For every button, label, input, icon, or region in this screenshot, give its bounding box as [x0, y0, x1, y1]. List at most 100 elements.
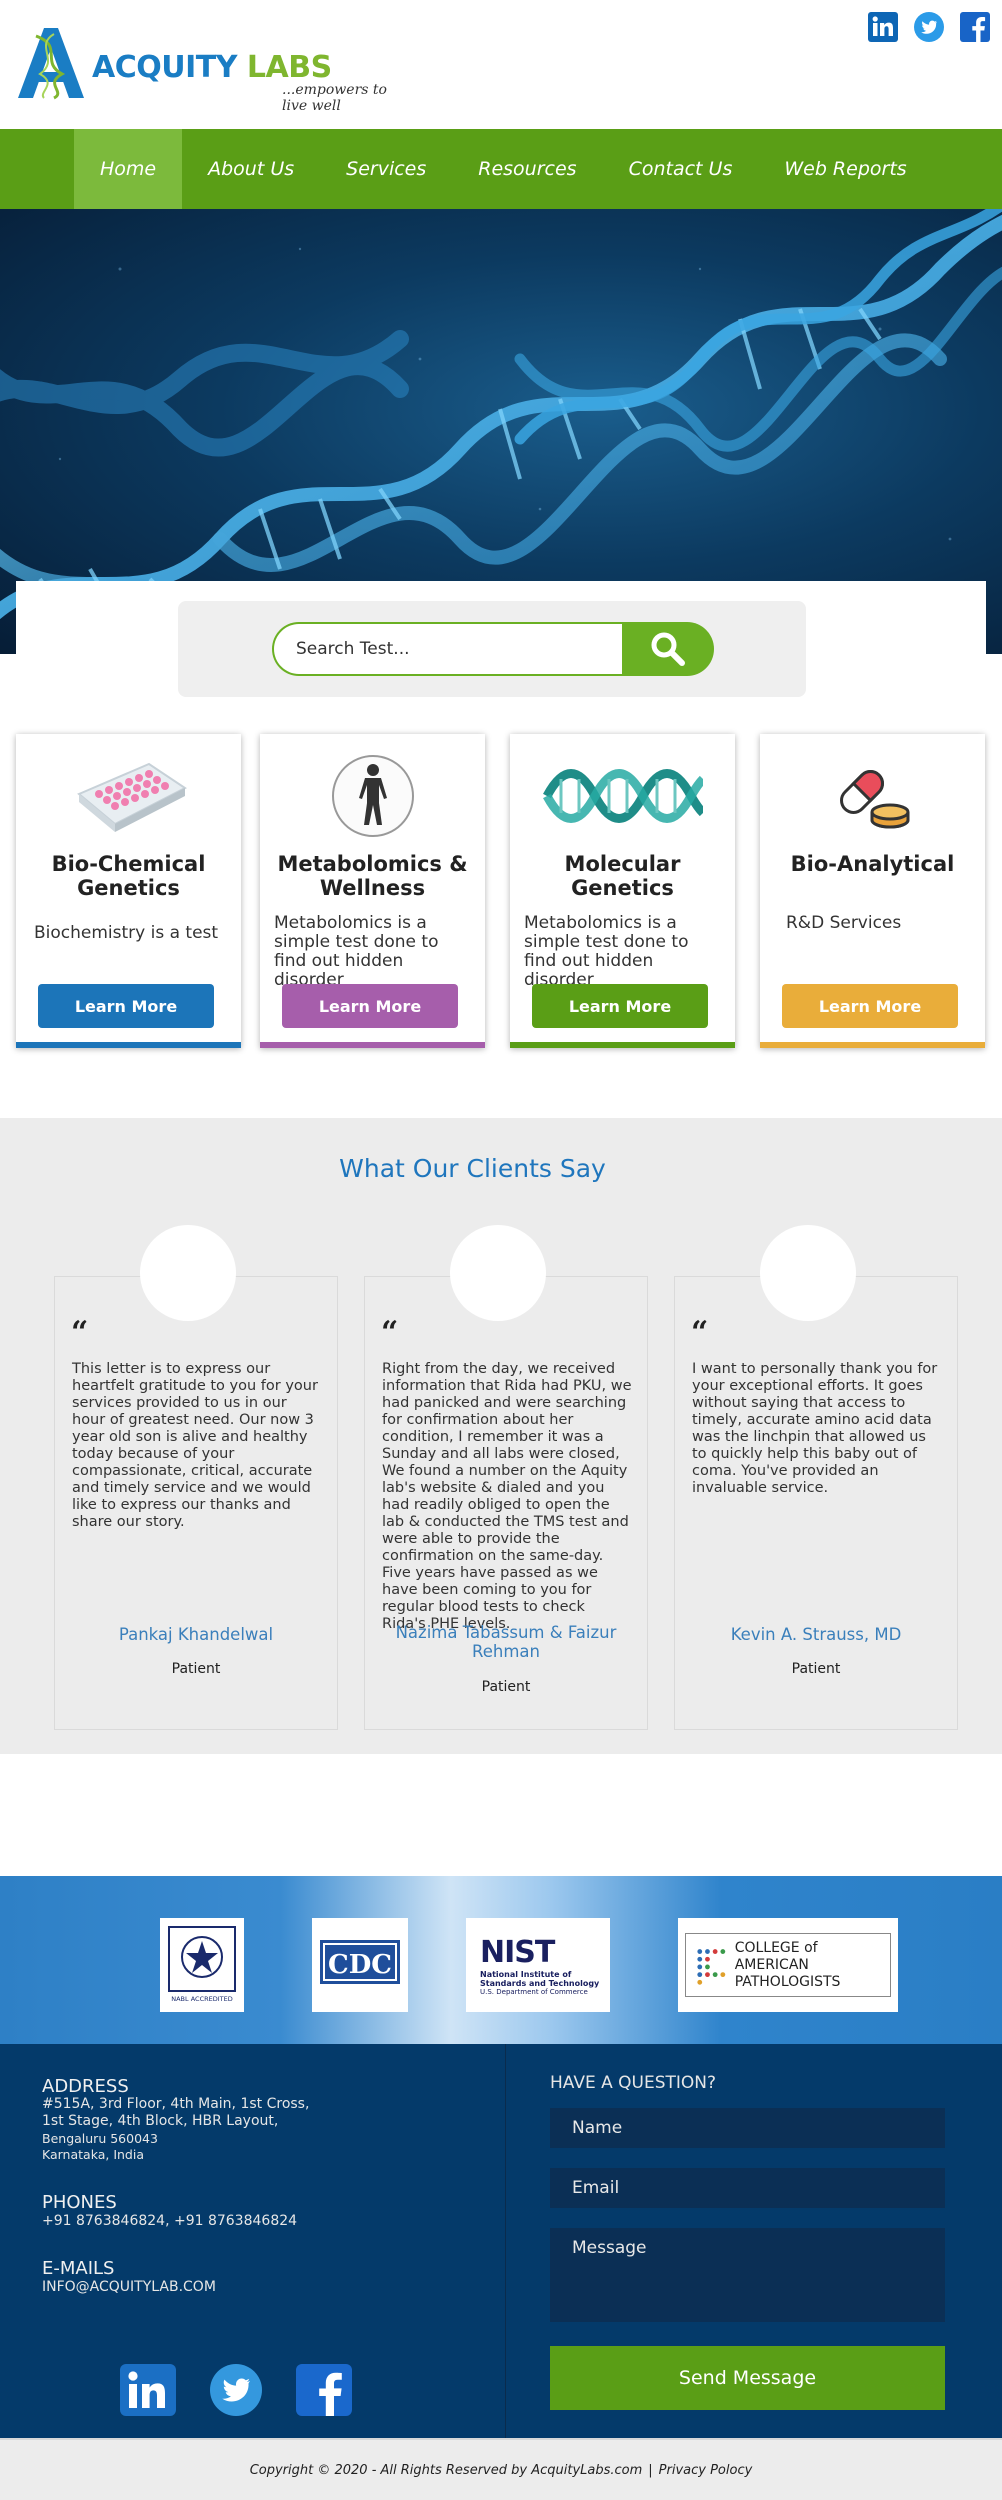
testimonial-name: Pankaj Khandelwal — [118, 1625, 274, 1644]
cdc-logo: CDC — [312, 1918, 408, 2012]
email-link[interactable]: INFO@ACQUITYLAB.COM — [42, 2279, 216, 2296]
logo-text: ACQUITY LABS — [92, 50, 332, 85]
avatar — [450, 1225, 546, 1321]
dna-icon — [510, 752, 735, 840]
phones-value: +91 8763846824, +91 8763846824 — [42, 2213, 298, 2229]
question-title: HAVE A QUESTION? — [550, 2073, 717, 2093]
testimonial-card: “ I want to personally thank you for you… — [674, 1225, 958, 1730]
nist-subtitle: Standards and Technology — [480, 1978, 600, 1988]
nav-item-services[interactable]: Services — [320, 129, 452, 209]
emails-label: E-MAILS — [42, 2258, 115, 2279]
service-desc: Metabolomics is a simple test done to fi… — [524, 913, 689, 990]
logo-mark-icon — [18, 28, 84, 100]
svg-text:NABL ACCREDITED: NABL ACCREDITED — [171, 1995, 233, 2003]
nav-item-contact-us[interactable]: Contact Us — [603, 129, 759, 209]
svg-text:CDC: CDC — [328, 1950, 392, 1980]
privacy-policy-link[interactable]: Privacy Polocy — [659, 2463, 753, 2478]
main-nav: Home About Us Services Resources Contact… — [0, 129, 1002, 209]
search-button[interactable] — [622, 622, 714, 676]
human-body-icon — [260, 752, 485, 840]
service-title: Bio-Analytical — [790, 852, 955, 876]
name-field[interactable] — [550, 2108, 945, 2148]
nav-item-web-reports[interactable]: Web Reports — [758, 129, 932, 209]
email-field[interactable] — [550, 2168, 945, 2208]
phones-label: PHONES — [42, 2192, 117, 2213]
logo[interactable]: ACQUITY LABS ...empowers to live well — [14, 22, 414, 114]
address-label: ADDRESS — [42, 2076, 129, 2097]
testimonial-role: Patient — [481, 1679, 531, 1695]
nist-logo: NIST National Institute of Standards and… — [466, 1918, 610, 2012]
logo-tagline: ...empowers to live well — [282, 82, 387, 114]
message-field[interactable] — [550, 2228, 945, 2322]
microplate-icon — [16, 752, 241, 840]
address-line-3: Bengaluru 560043 — [42, 2131, 158, 2146]
address-line-2: 1st Stage, 4th Block, HBR Layout, — [42, 2113, 279, 2129]
linkedin-icon[interactable] — [868, 12, 898, 42]
quote-icon: “ — [691, 1315, 709, 1350]
service-desc: Biochemistry is a test — [34, 923, 219, 943]
copyright-separator: | — [648, 2462, 653, 2478]
site-header: ACQUITY LABS ...empowers to live well — [0, 0, 1002, 129]
service-desc: Metabolomics is a simple test done to fi… — [274, 913, 439, 990]
twitter-icon[interactable] — [208, 2364, 264, 2416]
nabl-logo: NABL ACCREDITED — [160, 1918, 244, 2012]
linkedin-icon[interactable] — [120, 2364, 176, 2416]
search-input[interactable] — [272, 622, 624, 676]
card-accent-bar — [510, 1042, 735, 1048]
testimonial-name: Nazima Tabassum & Faizur Rehman — [395, 1623, 617, 1661]
quote-icon: “ — [381, 1315, 399, 1350]
card-accent-bar — [760, 1042, 985, 1048]
service-card-biochemical: Bio-Chemical Genetics Biochemistry is a … — [16, 734, 241, 1048]
learn-more-button[interactable]: Learn More — [532, 984, 708, 1028]
nist-subtitle: U.S. Department of Commerce — [480, 1987, 588, 1996]
quote-icon: “ — [71, 1315, 89, 1350]
nav-item-resources[interactable]: Resources — [452, 129, 602, 209]
testimonials-title: What Our Clients Say — [339, 1154, 606, 1183]
testimonial-text: Right from the day, we received informat… — [382, 1361, 632, 1632]
nist-subtitle: National Institute of — [480, 1969, 572, 1979]
service-title: Metabolomics & Wellness — [277, 852, 468, 900]
service-card-metabolomics: Metabolomics & Wellness Metabolomics is … — [260, 734, 485, 1048]
accreditations-strip: NABL ACCREDITED CDC NIST National Instit… — [0, 1876, 1002, 2044]
service-title: Bio-Chemical Genetics — [51, 852, 206, 900]
twitter-icon[interactable] — [914, 12, 944, 42]
service-card-molecular: Molecular Genetics Metabolomics is a sim… — [510, 734, 735, 1048]
cap-line-2: PATHOLOGISTS — [734, 1973, 841, 1990]
service-card-bioanalytical: Bio-Analytical R&D Services Learn More — [760, 734, 985, 1048]
service-desc: R&D Services — [786, 913, 902, 933]
card-accent-bar — [16, 1042, 241, 1048]
header-social-links — [868, 12, 990, 42]
card-accent-bar — [260, 1042, 485, 1048]
footer-divider — [505, 2044, 506, 2438]
address-line-1: #515A, 3rd Floor, 4th Main, 1st Cross, — [42, 2096, 310, 2112]
testimonial-text: I want to personally thank you for your … — [692, 1361, 938, 1496]
learn-more-button[interactable]: Learn More — [38, 984, 214, 1028]
nist-wordmark: NIST — [480, 1934, 555, 1970]
testimonial-role: Patient — [791, 1661, 841, 1677]
facebook-icon[interactable] — [960, 12, 990, 42]
cap-line-1: COLLEGE of AMERICAN — [734, 1939, 818, 1973]
pill-icon — [760, 752, 985, 840]
avatar — [760, 1225, 856, 1321]
footer-social-links — [120, 2364, 352, 2416]
cap-logo: COLLEGE of AMERICAN PATHOLOGISTS — [678, 1918, 898, 2012]
testimonials-section: What Our Clients Say “ This letter is to… — [0, 1118, 1002, 1754]
facebook-icon[interactable] — [296, 2364, 352, 2416]
copyright-bar: Copyright © 2020 - All Rights Reserved b… — [0, 2438, 1002, 2500]
nav-item-home[interactable]: Home — [74, 129, 183, 209]
service-title: Molecular Genetics — [564, 852, 681, 900]
avatar — [140, 1225, 236, 1321]
testimonial-name: Kevin A. Strauss, MD — [730, 1625, 902, 1644]
learn-more-button[interactable]: Learn More — [782, 984, 958, 1028]
copyright-text: Copyright © 2020 - All Rights Reserved b… — [249, 2462, 643, 2478]
send-message-button[interactable]: Send Message — [550, 2346, 945, 2410]
search-icon — [651, 632, 685, 666]
cap-dots-icon — [697, 1949, 726, 1985]
testimonial-text: This letter is to express our heartfelt … — [72, 1361, 318, 1530]
testimonial-card: “ Right from the day, we received inform… — [364, 1225, 648, 1730]
nav-item-about-us[interactable]: About Us — [182, 129, 320, 209]
testimonial-role: Patient — [171, 1661, 221, 1677]
address-line-4: Karnataka, India — [42, 2147, 145, 2162]
learn-more-button[interactable]: Learn More — [282, 984, 458, 1028]
testimonial-card: “ This letter is to express our heartfel… — [54, 1225, 338, 1730]
